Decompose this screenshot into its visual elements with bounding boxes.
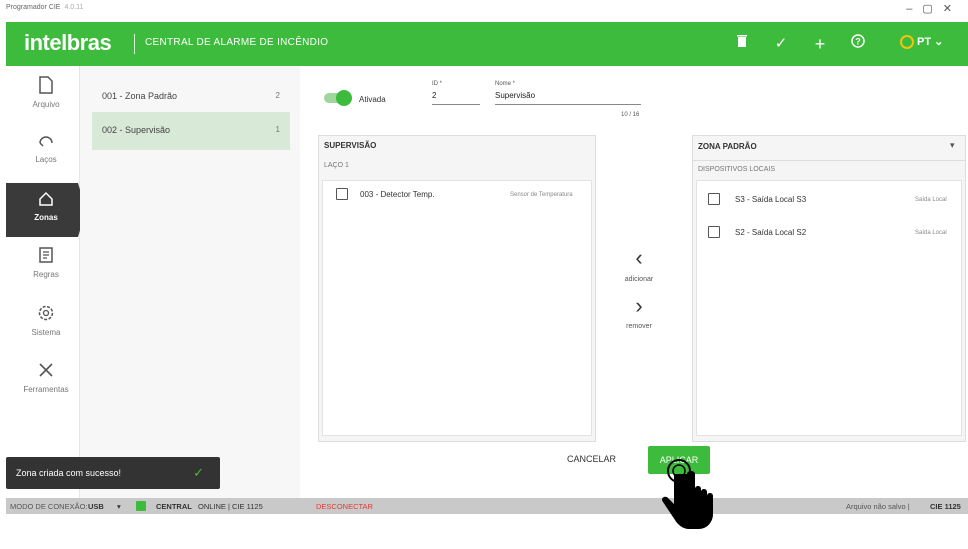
device-name: S2 - Saída Local S2 (735, 228, 807, 237)
maximize-button[interactable]: ▢ (922, 3, 942, 15)
language-label: PT (917, 36, 932, 48)
local-devices-label: DISPOSITIVOS LOCAIS (698, 166, 776, 173)
device-type: Saída Local (915, 230, 947, 236)
close-button[interactable]: ✕ (943, 3, 962, 15)
sidebar-item-label: Arquivo (32, 100, 60, 109)
sidebar-item-label: Regras (33, 270, 59, 279)
loop-label: LAÇO 1 (324, 162, 349, 169)
central-label: CENTRAL (156, 502, 192, 511)
gear-icon (6, 304, 86, 328)
zone-device-count: 1 (275, 125, 280, 134)
sidebar-item-label: Ferramentas (23, 385, 69, 394)
device-type: Sensor de Temperatura (510, 192, 573, 198)
language-selector[interactable]: PT ⌄ (900, 35, 943, 50)
device-type: Saída Local (915, 197, 947, 203)
toast-notification: Zona criada com sucesso! ✓ (6, 457, 220, 489)
chevron-down-icon[interactable]: ▾ (117, 502, 121, 511)
available-zone-title: ZONA PADRÃO (698, 142, 757, 151)
window-title: Programador CIE (6, 4, 61, 11)
help-icon[interactable]: ? (849, 34, 867, 54)
check-icon[interactable]: ✓ (772, 34, 790, 54)
device-name: S3 - Saída Local S3 (735, 195, 807, 204)
active-toggle[interactable] (324, 90, 352, 106)
trash-icon[interactable] (733, 34, 751, 54)
disconnect-link[interactable]: DESCONECTAR (316, 502, 373, 511)
sidebar-item-zonas[interactable]: Zonas (6, 183, 86, 237)
pointer-hand-icon (662, 459, 713, 529)
home-icon (6, 189, 86, 213)
dropdown-caret-icon[interactable]: ▾ (950, 140, 955, 151)
sidebar-item-label: Laços (35, 155, 57, 164)
top-bar: intelbras CENTRAL DE ALARME DE INCÊNDIO … (6, 22, 968, 66)
name-field[interactable]: Supervisão (495, 91, 641, 105)
window-titlebar: Programador CIE 4.0.11 –▢✕ (0, 0, 968, 22)
zone-list-item[interactable]: 001 - Zona Padrão 2 (92, 78, 290, 116)
plus-icon[interactable]: + (811, 34, 829, 54)
divider (134, 34, 135, 54)
sidebar: Arquivo Laços Zonas Regras Sistema Ferra… (6, 66, 86, 498)
toast-message: Zona criada com sucesso! (16, 468, 122, 478)
check-icon: ✓ (193, 465, 204, 480)
sidebar-item-ferramentas[interactable]: Ferramentas (6, 361, 86, 415)
sidebar-item-label: Zonas (34, 213, 58, 222)
add-arrow-icon[interactable]: ‹ (619, 247, 659, 269)
central-status: ONLINE | CIE 1125 (198, 502, 263, 511)
name-label: Nome * (495, 81, 516, 87)
active-label: Ativada (359, 95, 386, 104)
cancel-button[interactable]: CANCELAR (567, 454, 616, 464)
svg-text:?: ? (855, 37, 861, 47)
device-checkbox[interactable] (708, 226, 720, 238)
zone-name: 002 - Supervisão (102, 125, 171, 135)
rules-icon (6, 246, 86, 270)
sidebar-item-sistema[interactable]: Sistema (6, 304, 86, 358)
app-version: 4.0.11 (64, 4, 84, 11)
file-status: Arquivo não salvo | (846, 502, 910, 511)
connection-mode-select[interactable]: USB (88, 502, 104, 511)
intelbras-logo: intelbras (24, 30, 112, 55)
loop-icon (6, 131, 86, 155)
device-checkbox[interactable] (708, 193, 720, 205)
connection-mode-label: MODO DE CONEXÃO: (10, 502, 88, 511)
sidebar-item-arquivo[interactable]: Arquivo (6, 76, 86, 130)
file-model: CIE 1125 (930, 502, 961, 511)
device-name: 003 - Detector Temp. (360, 190, 435, 199)
add-label[interactable]: adicionar (619, 276, 659, 283)
zone-name: 001 - Zona Padrão (102, 91, 178, 101)
app-title: CENTRAL DE ALARME DE INCÊNDIO (145, 37, 329, 48)
sidebar-item-label: Sistema (31, 328, 61, 337)
minimize-button[interactable]: – (906, 3, 922, 15)
zone-list-item[interactable]: 002 - Supervisão 1 (92, 112, 290, 150)
divider (692, 160, 966, 161)
id-field[interactable]: 2 (432, 91, 480, 105)
zone-devices-title: SUPERVISÃO (324, 141, 377, 150)
file-icon (6, 76, 86, 100)
zone-device-count: 2 (275, 91, 280, 100)
language-icon (900, 35, 914, 50)
id-label: ID * (432, 81, 443, 87)
zone-list: 001 - Zona Padrão 2 002 - Supervisão 1 (80, 66, 300, 498)
sidebar-item-regras[interactable]: Regras (6, 246, 86, 300)
tools-icon (6, 361, 86, 385)
zone-devices-list (322, 180, 592, 436)
available-devices-list (696, 180, 962, 436)
status-bar: MODO DE CONEXÃO: USB ▾ CENTRAL ONLINE | … (6, 498, 968, 514)
online-status-icon (136, 501, 146, 511)
remove-arrow-icon[interactable]: › (619, 295, 659, 317)
device-checkbox[interactable] (336, 188, 348, 200)
name-char-counter: 10 / 16 (621, 112, 640, 118)
remove-label[interactable]: remover (619, 323, 659, 330)
sidebar-item-lacos[interactable]: Laços (6, 131, 86, 185)
window-controls: –▢✕ (906, 2, 962, 15)
